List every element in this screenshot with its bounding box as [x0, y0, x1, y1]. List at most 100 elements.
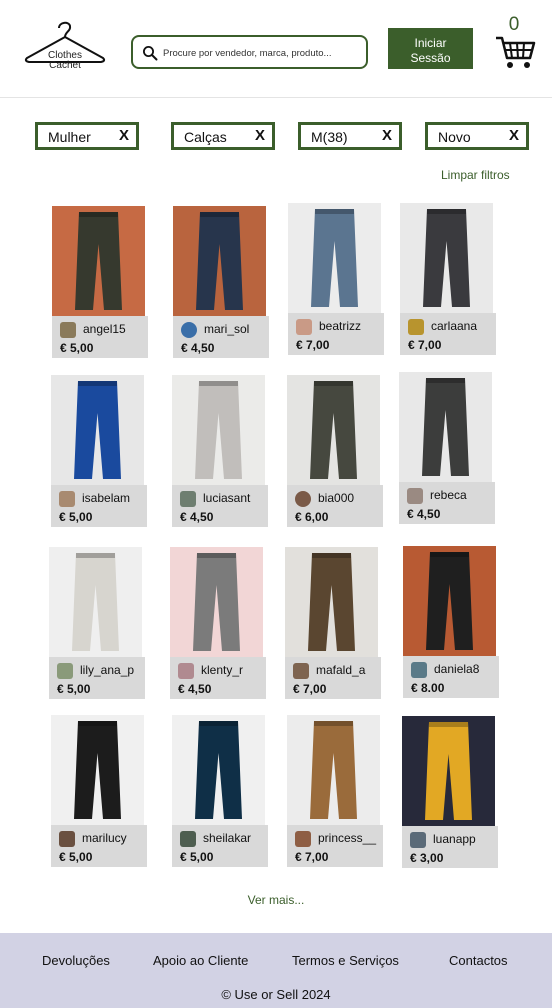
product-photo[interactable]: [51, 715, 144, 825]
seller-avatar[interactable]: [295, 831, 311, 847]
product-photo-frame[interactable]: [403, 546, 496, 656]
seller-username[interactable]: luciasant: [203, 491, 250, 505]
remove-filter-button[interactable]: X: [255, 127, 265, 144]
product-photo[interactable]: [172, 375, 265, 485]
product-photo-frame[interactable]: [49, 547, 142, 657]
product-price: € 4,50: [180, 510, 214, 524]
product-photo-frame[interactable]: [170, 547, 263, 657]
product-photo-frame[interactable]: [288, 203, 381, 313]
product-info: mafald_a € 7,00: [285, 657, 381, 699]
seller-avatar[interactable]: [408, 319, 424, 335]
product-info: sheilakar € 5,00: [172, 825, 268, 867]
product-price: € 7,00: [293, 682, 327, 696]
seller-username[interactable]: klenty_r: [201, 663, 243, 677]
seller-username[interactable]: mafald_a: [316, 663, 365, 677]
product-photo-frame[interactable]: [51, 375, 144, 485]
product-photo[interactable]: [172, 715, 265, 825]
seller-username[interactable]: bia000: [318, 491, 354, 505]
footer-link-terms[interactable]: Termos e Serviços: [292, 953, 399, 968]
logo[interactable]: Clothes Cachet: [22, 20, 108, 72]
seller-username[interactable]: angel15: [83, 322, 126, 336]
seller-username[interactable]: sheilakar: [203, 831, 251, 845]
product-photo[interactable]: [52, 206, 145, 316]
product-info: luciasant € 4,50: [172, 485, 268, 527]
seller-username[interactable]: princess__: [318, 831, 376, 845]
clear-filters-link[interactable]: Limpar filtros: [441, 168, 510, 182]
filter-chip-condition: Novo X: [425, 122, 529, 150]
search-bar[interactable]: [131, 35, 368, 69]
filter-chip-label: Calças: [184, 129, 227, 145]
product-price: € 8.00: [411, 681, 445, 695]
seller-username[interactable]: daniela8: [434, 662, 479, 676]
product-photo-frame[interactable]: [399, 372, 492, 482]
remove-filter-button[interactable]: X: [509, 127, 519, 144]
seller-avatar[interactable]: [295, 491, 311, 507]
product-photo-frame[interactable]: [287, 715, 380, 825]
product-photo-frame[interactable]: [287, 375, 380, 485]
seller-avatar[interactable]: [296, 319, 312, 335]
product-photo[interactable]: [51, 375, 144, 485]
product-price: € 4,50: [181, 341, 215, 355]
product-photo-frame[interactable]: [172, 375, 265, 485]
seller-avatar[interactable]: [60, 322, 76, 338]
seller-avatar[interactable]: [410, 832, 426, 848]
seller-avatar[interactable]: [57, 663, 73, 679]
product-photo-frame[interactable]: [402, 716, 495, 826]
seller-avatar[interactable]: [178, 663, 194, 679]
footer-link-contacts[interactable]: Contactos: [449, 953, 508, 968]
product-photo-frame[interactable]: [285, 547, 378, 657]
search-input[interactable]: [163, 43, 363, 63]
product-price: € 4,50: [407, 507, 441, 521]
product-price: € 3,00: [410, 851, 444, 865]
product-info: rebeca € 4,50: [399, 482, 495, 524]
see-more-link[interactable]: Ver mais...: [0, 893, 552, 907]
cart-icon: [496, 36, 536, 68]
product-photo[interactable]: [285, 547, 378, 657]
seller-username[interactable]: marilucy: [82, 831, 127, 845]
cart-count: 0: [508, 14, 520, 35]
seller-avatar[interactable]: [59, 831, 75, 847]
seller-username[interactable]: lily_ana_p: [80, 663, 134, 677]
product-photo-frame[interactable]: [51, 715, 144, 825]
product-photo[interactable]: [170, 547, 263, 657]
product-info: lily_ana_p € 5,00: [49, 657, 145, 699]
product-photo-frame[interactable]: [172, 715, 265, 825]
seller-username[interactable]: beatrizz: [319, 319, 361, 333]
filter-chip-label: Novo: [438, 129, 471, 145]
search-icon[interactable]: [142, 45, 158, 61]
login-button[interactable]: Iniciar Sessão: [388, 28, 473, 69]
filter-chip-label: Mulher: [48, 129, 91, 145]
seller-avatar[interactable]: [59, 491, 75, 507]
product-info: marilucy € 5,00: [51, 825, 147, 867]
seller-username[interactable]: isabelam: [82, 491, 130, 505]
seller-avatar[interactable]: [293, 663, 309, 679]
seller-username[interactable]: rebeca: [430, 488, 467, 502]
product-photo[interactable]: [399, 372, 492, 482]
product-photo[interactable]: [403, 546, 496, 656]
product-photo-frame[interactable]: [52, 206, 145, 316]
product-photo[interactable]: [402, 716, 495, 826]
product-photo-frame[interactable]: [400, 203, 493, 313]
remove-filter-button[interactable]: X: [382, 127, 392, 144]
product-photo[interactable]: [288, 203, 381, 313]
product-photo[interactable]: [287, 715, 380, 825]
seller-username[interactable]: luanapp: [433, 832, 476, 846]
seller-avatar[interactable]: [407, 488, 423, 504]
seller-avatar[interactable]: [180, 831, 196, 847]
product-photo[interactable]: [287, 375, 380, 485]
product-photo-frame[interactable]: [173, 206, 266, 316]
seller-avatar[interactable]: [181, 322, 197, 338]
product-photo[interactable]: [173, 206, 266, 316]
footer-link-returns[interactable]: Devoluções: [42, 953, 110, 968]
cart-button[interactable]: 0: [494, 14, 536, 70]
seller-avatar[interactable]: [411, 662, 427, 678]
seller-username[interactable]: carlaana: [431, 319, 477, 333]
product-info: angel15 € 5,00: [52, 316, 148, 358]
remove-filter-button[interactable]: X: [119, 127, 129, 144]
seller-username[interactable]: mari_sol: [204, 322, 249, 336]
seller-avatar[interactable]: [180, 491, 196, 507]
product-info: luanapp € 3,00: [402, 826, 498, 868]
product-photo[interactable]: [49, 547, 142, 657]
footer-link-support[interactable]: Apoio ao Cliente: [153, 953, 248, 968]
product-photo[interactable]: [400, 203, 493, 313]
